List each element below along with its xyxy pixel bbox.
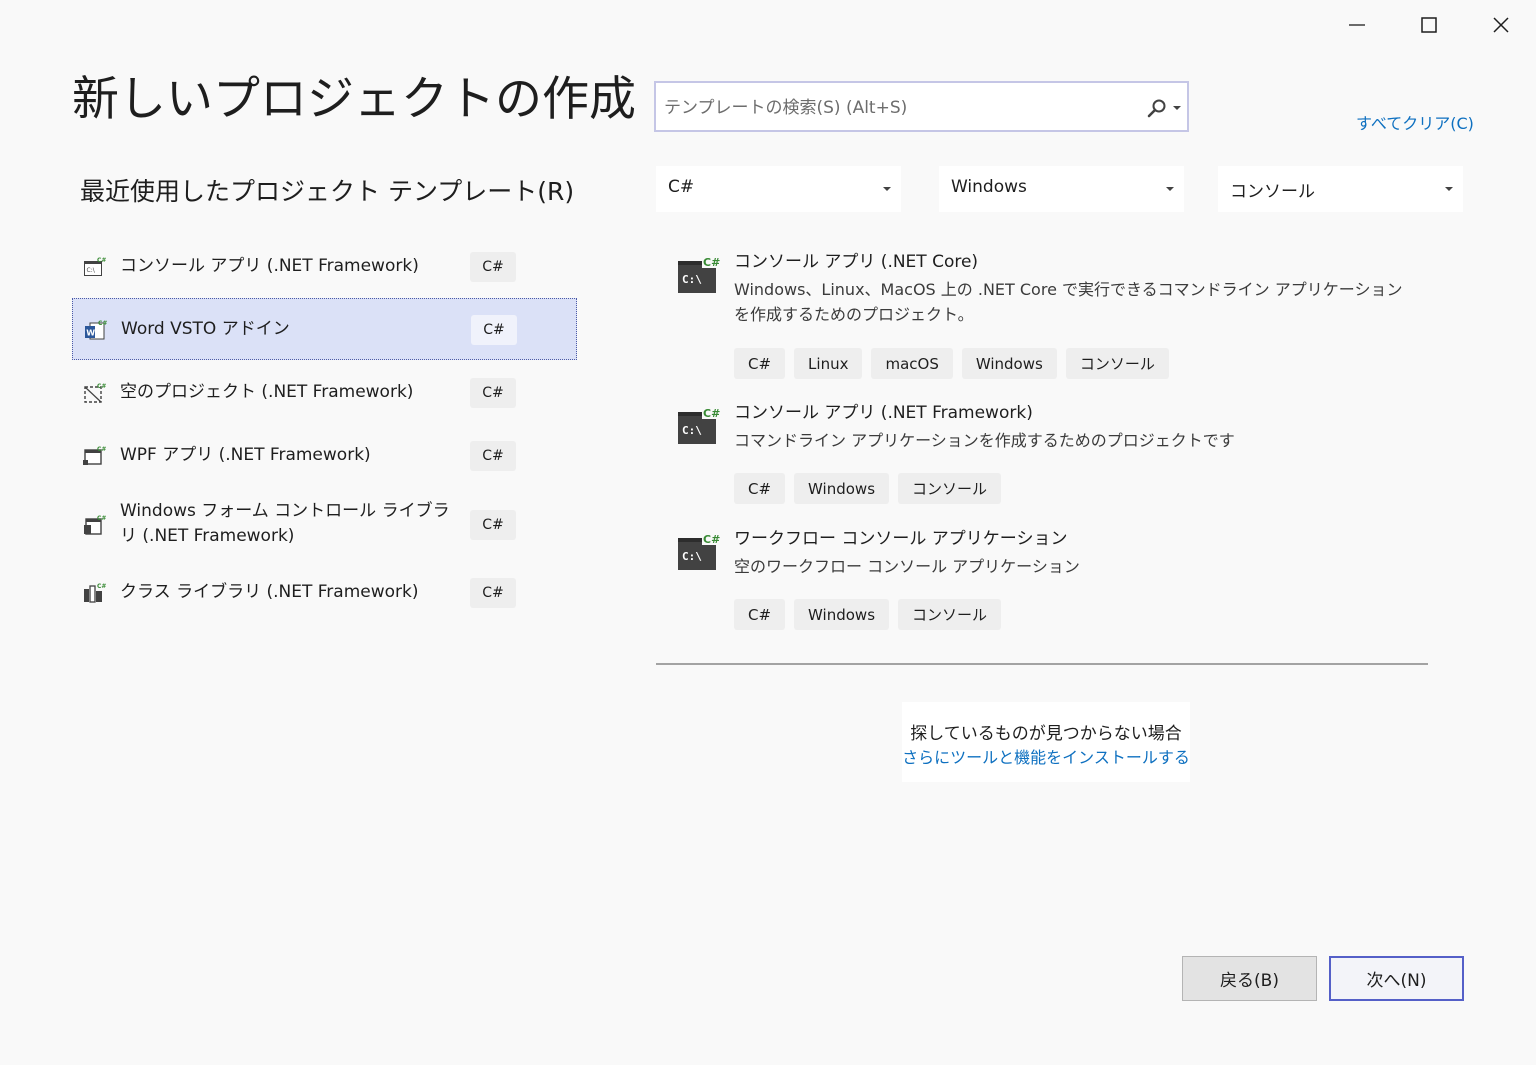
template-tag: Windows — [794, 599, 890, 630]
recent-item-empty-project[interactable]: C# 空のプロジェクト (.NET Framework) C# — [72, 370, 577, 416]
template-tag: C# — [734, 348, 786, 379]
recent-item-label: WPF アプリ (.NET Framework) — [120, 445, 371, 465]
word-addin-icon: W C# — [85, 320, 107, 340]
template-tag: コンソール — [898, 473, 1002, 504]
back-button[interactable]: 戻る(B) — [1182, 956, 1317, 1001]
class-library-icon: C# — [84, 583, 106, 603]
project-type-filter-value: コンソール — [1230, 182, 1315, 202]
minimize-icon — [1349, 24, 1365, 26]
svg-text:C#: C# — [703, 533, 720, 546]
template-search-input[interactable] — [662, 93, 1136, 123]
language-badge: C# — [470, 441, 516, 471]
language-badge: C# — [471, 315, 517, 345]
template-tag: Linux — [794, 348, 863, 379]
csharp-console-icon: C:\ C# — [678, 532, 722, 570]
csharp-console-icon: C:\ C# — [678, 406, 722, 444]
create-project-dialog: 新しいプロジェクトの作成 最近使用したプロジェクト テンプレート(R) C:\ … — [0, 0, 1536, 1065]
svg-text:C#: C# — [97, 515, 106, 522]
console-app-icon: C:\ C# — [84, 257, 106, 276]
project-type-filter-dropdown[interactable]: コンソール — [1218, 166, 1463, 212]
results-divider — [656, 663, 1428, 665]
recent-item-label: 空のプロジェクト (.NET Framework) — [120, 382, 414, 402]
chevron-down-icon[interactable] — [1172, 104, 1182, 112]
template-item-workflow-console-app[interactable]: C:\ C# ワークフロー コンソール アプリケーション 空のワークフロー コン… — [676, 529, 1436, 632]
recent-item-label: コンソール アプリ (.NET Framework) — [120, 256, 419, 276]
close-button[interactable] — [1478, 6, 1524, 44]
template-item-console-app-net-core[interactable]: C:\ C# コンソール アプリ (.NET Core) Windows、Lin… — [676, 252, 1436, 380]
language-badge: C# — [470, 252, 516, 282]
recent-templates-header: 最近使用したプロジェクト テンプレート(R) — [80, 177, 575, 206]
platform-filter-dropdown[interactable]: Windows — [939, 166, 1184, 212]
minimize-button[interactable] — [1334, 6, 1380, 44]
template-tag: macOS — [871, 348, 953, 379]
recent-item-word-vsto-addin[interactable]: W C# Word VSTO アドイン C# — [72, 298, 577, 360]
maximize-button[interactable] — [1406, 6, 1452, 44]
recent-item-label: Word VSTO アドイン — [121, 319, 290, 339]
chevron-down-icon — [1445, 187, 1453, 191]
chevron-down-icon — [1166, 187, 1174, 191]
page-title: 新しいプロジェクトの作成 — [72, 72, 636, 127]
next-button[interactable]: 次へ(N) — [1329, 956, 1464, 1001]
recent-item-winforms-control-library[interactable]: C# Windows フォーム コントロール ライブラリ (.NET Frame… — [72, 494, 577, 556]
svg-text:C:\: C:\ — [682, 550, 702, 563]
close-icon — [1493, 17, 1509, 33]
language-badge: C# — [470, 578, 516, 608]
template-description: 空のワークフロー コンソール アプリケーション — [734, 557, 1080, 576]
template-tags: C# Windows コンソール — [734, 473, 1002, 504]
clear-all-link[interactable]: すべてクリア(C) — [1356, 110, 1474, 134]
recent-item-label: クラス ライブラリ (.NET Framework) — [120, 582, 419, 602]
recent-item-wpf-app[interactable]: C# WPF アプリ (.NET Framework) C# — [72, 433, 577, 479]
template-name: ワークフロー コンソール アプリケーション — [734, 529, 1068, 549]
recent-item-class-library[interactable]: C# クラス ライブラリ (.NET Framework) C# — [72, 570, 577, 616]
wpf-app-icon: C# — [83, 446, 106, 465]
search-icon[interactable] — [1146, 97, 1168, 119]
platform-filter-value: Windows — [951, 177, 1027, 197]
maximize-icon — [1421, 17, 1437, 33]
svg-text:C#: C# — [703, 407, 720, 420]
template-tag: C# — [734, 599, 786, 630]
svg-text:C#: C# — [97, 383, 106, 390]
template-description: コマンドライン アプリケーションを作成するためのプロジェクトです — [734, 431, 1235, 450]
template-name: コンソール アプリ (.NET Framework) — [734, 403, 1033, 423]
csharp-console-icon: C:\ C# — [678, 255, 722, 293]
template-tags: C# Windows コンソール — [734, 599, 1002, 630]
svg-text:C#: C# — [703, 256, 720, 269]
template-tag: Windows — [961, 348, 1057, 379]
svg-text:C:\: C:\ — [682, 424, 702, 437]
template-search-box[interactable] — [654, 81, 1189, 132]
winforms-control-library-icon: C# — [84, 515, 106, 535]
chevron-down-icon — [883, 187, 891, 191]
template-item-console-app-net-framework[interactable]: C:\ C# コンソール アプリ (.NET Framework) コマンドライ… — [676, 403, 1436, 506]
language-badge: C# — [470, 378, 516, 408]
template-name: コンソール アプリ (.NET Core) — [734, 252, 979, 272]
svg-text:C#: C# — [97, 446, 106, 453]
language-filter-dropdown[interactable]: C# — [656, 166, 901, 212]
template-tag: コンソール — [1065, 348, 1169, 379]
template-tags: C# Linux macOS Windows コンソール — [734, 348, 1169, 379]
not-found-text: 探しているものが見つからない場合 — [910, 724, 1182, 744]
svg-text:C:\: C:\ — [87, 267, 96, 274]
svg-text:C#: C# — [98, 320, 107, 327]
language-filter-value: C# — [668, 177, 695, 197]
svg-text:C#: C# — [97, 257, 106, 264]
svg-text:C#: C# — [97, 583, 106, 590]
language-badge: C# — [470, 510, 516, 540]
recent-item-label: Windows フォーム コントロール ライブラリ (.NET Framewor… — [120, 501, 450, 546]
empty-project-icon: C# — [84, 383, 106, 403]
recent-item-console-app[interactable]: C:\ C# コンソール アプリ (.NET Framework) C# — [72, 244, 577, 290]
template-tag: コンソール — [898, 599, 1002, 630]
template-tag: Windows — [794, 473, 890, 504]
template-description: Windows、Linux、MacOS 上の .NET Core で実行できるコ… — [734, 280, 1403, 324]
svg-text:W: W — [86, 329, 95, 338]
template-tag: C# — [734, 473, 786, 504]
svg-text:C:\: C:\ — [682, 273, 702, 286]
not-found-panel: 探しているものが見つからない場合 さらにツールと機能をインストールする — [902, 702, 1190, 782]
install-more-tools-link[interactable]: さらにツールと機能をインストールする — [902, 744, 1190, 768]
